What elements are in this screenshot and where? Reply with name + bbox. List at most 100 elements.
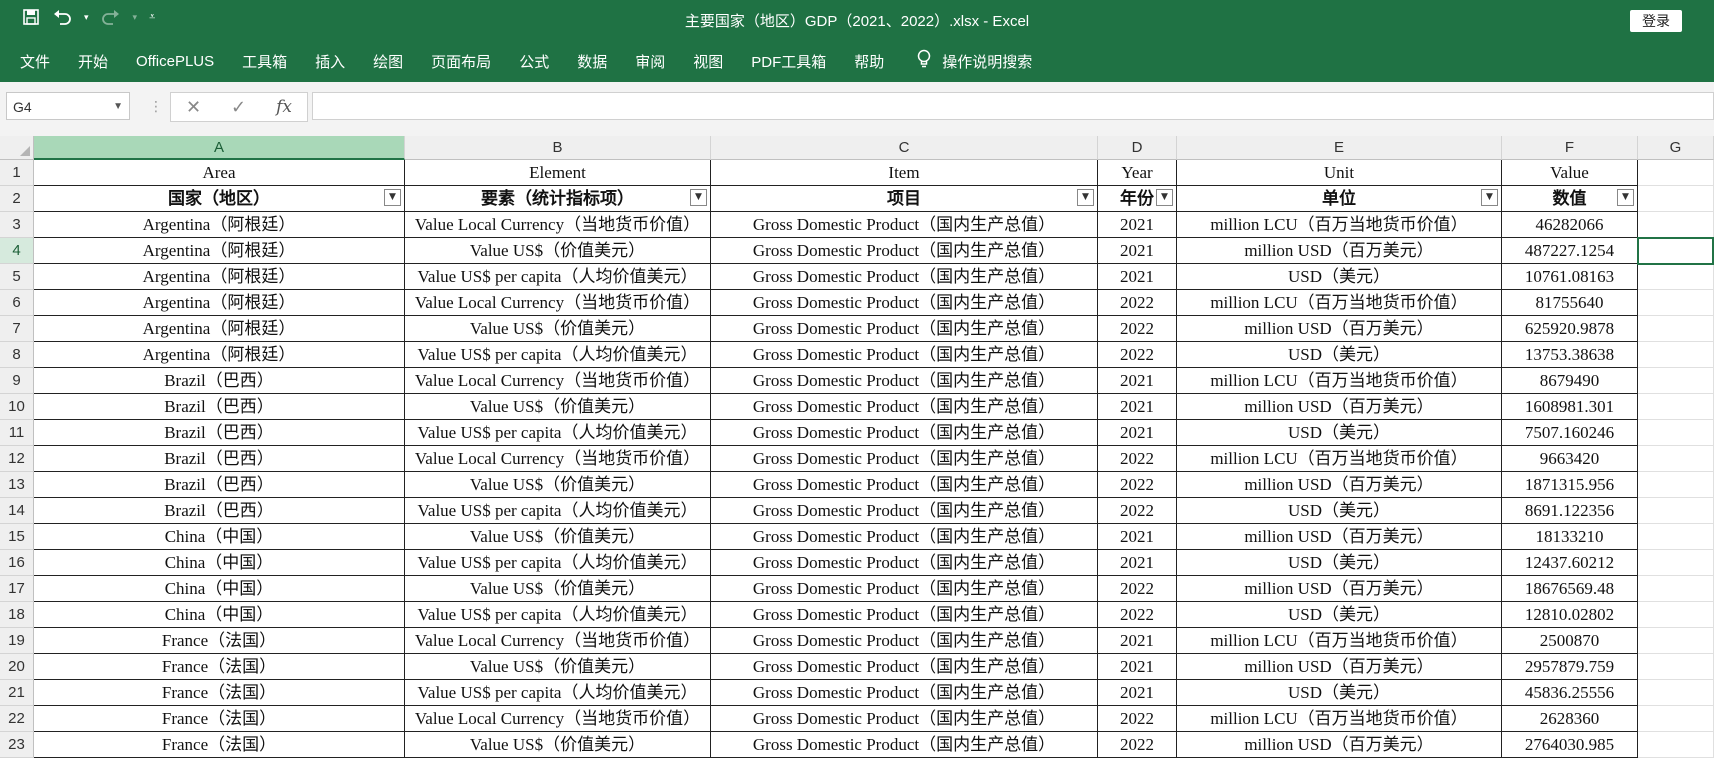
table-cell[interactable]: Value US$ per capita（人均价值美元） (405, 680, 711, 706)
table-cell[interactable] (1638, 368, 1714, 394)
table-cell[interactable]: Value US$（价值美元） (405, 238, 711, 264)
table-cell[interactable]: Argentina（阿根廷） (34, 316, 405, 342)
row-header-5[interactable]: 5 (0, 264, 34, 290)
table-cell[interactable]: million LCU（百万当地货币价值） (1177, 212, 1502, 238)
row-header-7[interactable]: 7 (0, 316, 34, 342)
table-cell[interactable]: Value US$（价值美元） (405, 472, 711, 498)
table-cell[interactable]: Value US$ per capita（人均价值美元） (405, 342, 711, 368)
table-cell[interactable] (1638, 238, 1714, 264)
row-header-17[interactable]: 17 (0, 576, 34, 602)
table-cell[interactable]: 2021 (1098, 264, 1177, 290)
table-cell[interactable]: France（法国） (34, 706, 405, 732)
table-cell[interactable]: 1608981.301 (1502, 394, 1638, 420)
table-cell[interactable]: Gross Domestic Product（国内生产总值） (711, 550, 1098, 576)
table-cell[interactable]: Value US$ per capita（人均价值美元） (405, 498, 711, 524)
table-cell[interactable]: 2021 (1098, 654, 1177, 680)
table-cell[interactable]: Gross Domestic Product（国内生产总值） (711, 212, 1098, 238)
table-cell[interactable]: 2022 (1098, 732, 1177, 758)
table-cell[interactable]: 2021 (1098, 394, 1177, 420)
tab-formulas[interactable]: 公式 (519, 51, 549, 72)
table-cell[interactable] (1638, 524, 1714, 550)
header-cell[interactable]: Element (405, 160, 711, 186)
tab-toolbox[interactable]: 工具箱 (242, 51, 287, 72)
filter-dropdown-icon[interactable]: ▼ (1617, 189, 1634, 206)
table-cell[interactable]: Argentina（阿根廷） (34, 212, 405, 238)
table-cell[interactable]: Value US$（价值美元） (405, 524, 711, 550)
table-cell[interactable]: Gross Domestic Product（国内生产总值） (711, 732, 1098, 758)
table-cell[interactable]: 13753.38638 (1502, 342, 1638, 368)
table-cell[interactable]: 2021 (1098, 524, 1177, 550)
header-cell[interactable]: 国家（地区） ▼ (34, 186, 405, 212)
table-cell[interactable]: France（法国） (34, 732, 405, 758)
row-header-2[interactable]: 2 (0, 186, 34, 212)
column-header-b[interactable]: B (405, 136, 711, 160)
table-cell[interactable]: USD（美元） (1177, 342, 1502, 368)
table-cell[interactable]: 2022 (1098, 446, 1177, 472)
table-cell[interactable]: Value Local Currency（当地货币价值） (405, 368, 711, 394)
table-cell[interactable] (1638, 212, 1714, 238)
name-box[interactable]: G4 ▼ (6, 92, 130, 120)
table-cell[interactable]: 12437.60212 (1502, 550, 1638, 576)
filter-dropdown-icon[interactable]: ▼ (384, 189, 401, 206)
tab-review[interactable]: 审阅 (635, 51, 665, 72)
table-cell[interactable]: Value US$（价值美元） (405, 394, 711, 420)
table-cell[interactable]: Gross Domestic Product（国内生产总值） (711, 498, 1098, 524)
tab-draw[interactable]: 绘图 (373, 51, 403, 72)
table-cell[interactable]: 2021 (1098, 238, 1177, 264)
table-cell[interactable]: Gross Domestic Product（国内生产总值） (711, 368, 1098, 394)
table-cell[interactable] (1638, 446, 1714, 472)
table-cell[interactable]: Value Local Currency（当地货币价值） (405, 706, 711, 732)
table-cell[interactable]: 2628360 (1502, 706, 1638, 732)
table-cell[interactable]: million USD（百万美元） (1177, 394, 1502, 420)
formula-input[interactable] (312, 92, 1714, 120)
table-cell[interactable]: Value US$ per capita（人均价值美元） (405, 264, 711, 290)
table-cell[interactable]: 18133210 (1502, 524, 1638, 550)
table-cell[interactable]: million USD（百万美元） (1177, 524, 1502, 550)
table-cell[interactable]: Brazil（巴西） (34, 394, 405, 420)
table-cell[interactable]: million USD（百万美元） (1177, 316, 1502, 342)
table-cell[interactable]: Argentina（阿根廷） (34, 238, 405, 264)
row-header-21[interactable]: 21 (0, 680, 34, 706)
table-cell[interactable]: China（中国） (34, 576, 405, 602)
table-cell[interactable]: Gross Domestic Product（国内生产总值） (711, 238, 1098, 264)
table-cell[interactable]: Gross Domestic Product（国内生产总值） (711, 446, 1098, 472)
tab-data[interactable]: 数据 (577, 51, 607, 72)
row-header-3[interactable]: 3 (0, 212, 34, 238)
table-cell[interactable] (1638, 732, 1714, 758)
table-cell[interactable]: 10761.08163 (1502, 264, 1638, 290)
table-cell[interactable]: Brazil（巴西） (34, 420, 405, 446)
table-cell[interactable] (1638, 342, 1714, 368)
table-cell[interactable]: China（中国） (34, 524, 405, 550)
tab-insert[interactable]: 插入 (315, 51, 345, 72)
tab-pdf-toolbox[interactable]: PDF工具箱 (751, 51, 826, 72)
table-cell[interactable]: Gross Domestic Product（国内生产总值） (711, 420, 1098, 446)
table-cell[interactable]: 45836.25556 (1502, 680, 1638, 706)
header-cell[interactable]: 单位 ▼ (1177, 186, 1502, 212)
tell-me-search[interactable]: 操作说明搜索 (916, 49, 1032, 73)
tab-help[interactable]: 帮助 (854, 51, 884, 72)
table-cell[interactable]: 2021 (1098, 680, 1177, 706)
row-header-22[interactable]: 22 (0, 706, 34, 732)
table-cell[interactable]: 2021 (1098, 420, 1177, 446)
table-cell[interactable]: Gross Domestic Product（国内生产总值） (711, 290, 1098, 316)
tab-page-layout[interactable]: 页面布局 (431, 51, 491, 72)
row-header-1[interactable]: 1 (0, 160, 34, 186)
row-header-10[interactable]: 10 (0, 394, 34, 420)
table-cell[interactable]: million USD（百万美元） (1177, 732, 1502, 758)
table-cell[interactable]: Value US$ per capita（人均价值美元） (405, 550, 711, 576)
header-cell[interactable]: Year (1098, 160, 1177, 186)
select-all-corner[interactable] (0, 136, 34, 160)
table-cell[interactable]: 12810.02802 (1502, 602, 1638, 628)
table-cell[interactable]: 2022 (1098, 316, 1177, 342)
tab-home[interactable]: 开始 (78, 51, 108, 72)
table-cell[interactable]: USD（美元） (1177, 498, 1502, 524)
table-cell[interactable] (1638, 316, 1714, 342)
row-header-16[interactable]: 16 (0, 550, 34, 576)
table-cell[interactable]: Gross Domestic Product（国内生产总值） (711, 602, 1098, 628)
table-cell[interactable]: Value US$ per capita（人均价值美元） (405, 602, 711, 628)
table-cell[interactable]: million USD（百万美元） (1177, 238, 1502, 264)
table-cell[interactable]: Value US$（价值美元） (405, 316, 711, 342)
table-cell[interactable]: France（法国） (34, 628, 405, 654)
insert-function-icon[interactable]: fx (276, 97, 292, 117)
table-cell[interactable]: million USD（百万美元） (1177, 654, 1502, 680)
